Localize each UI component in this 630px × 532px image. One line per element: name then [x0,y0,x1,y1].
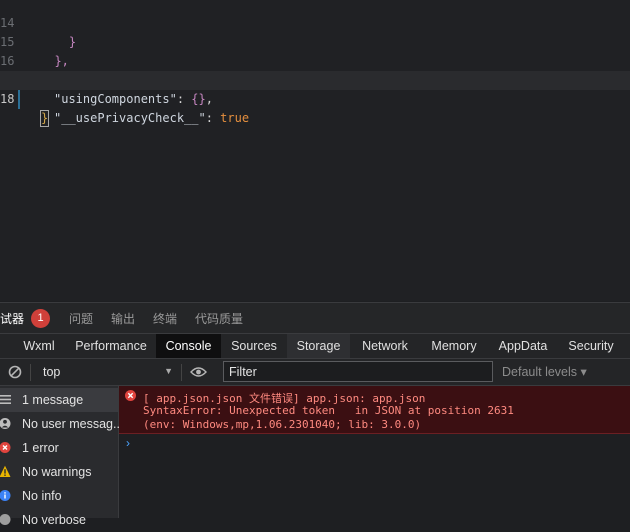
sidebar-item-errors[interactable]: 1 error [0,436,118,460]
list-icon [0,393,13,406]
code-line-15: 15 }, [0,14,630,68]
tab-storage[interactable]: Storage [287,334,350,358]
code-editor[interactable]: 14 } 15 }, 16 "usingComponents": {}, 17 … [0,0,630,301]
console-toolbar: top ▼ Default levels ▾ [0,359,630,386]
code-line-18: 18 } [0,71,630,127]
sidebar-item-warnings[interactable]: No warnings [0,460,118,484]
tab-security[interactable]: Security [560,334,622,358]
clear-console-icon[interactable] [8,365,22,379]
tab-wxml[interactable]: Wxml [14,334,64,358]
console-sidebar: 1 message No user messag... 1 error No w… [0,386,123,527]
sidebar-item-messages[interactable]: 1 message [0,388,118,412]
verbose-icon [0,513,13,526]
tab-appdata[interactable]: AppData [490,334,556,358]
filter-input[interactable] [223,361,493,382]
tab-issues[interactable]: 问题 [69,310,93,327]
toolbar-divider [181,364,182,381]
error-message[interactable]: [ app.json.json 文件错误] app.json: app.json… [119,386,630,434]
tab-performance[interactable]: Performance [69,334,153,358]
tab-sources[interactable]: Sources [223,334,285,358]
eye-icon[interactable] [190,366,207,378]
tab-debugger[interactable]: 试器 [0,310,24,327]
tab-memory[interactable]: Memory [421,334,487,358]
console-prompt-icon[interactable]: › [126,436,130,450]
info-icon [0,489,13,502]
code-text: "__usePrivacyCheck__": true [54,111,250,125]
code-text: "usingComponents": {}, [54,92,213,106]
sidebar-item-label: No user messag... [22,417,124,431]
error-icon [0,441,13,454]
sidebar-item-info[interactable]: No info [0,484,118,508]
console-output[interactable]: [ app.json.json 文件错误] app.json: app.json… [119,386,630,518]
context-select-value: top [43,365,61,379]
tab-code-quality[interactable]: 代码质量 [195,310,243,327]
code-line-16: 16 "usingComponents": {}, [0,33,630,106]
tab-output[interactable]: 输出 [111,310,135,327]
tab-terminal[interactable]: 终端 [153,310,177,327]
sidebar-item-user-messages[interactable]: No user messag... [0,412,123,436]
error-text-line: (env: Windows,mp,1.06.2301040; lib: 3.0.… [143,418,422,431]
bottom-panel-tabs: 试器 1 问题 输出 终端 代码质量 [0,302,630,334]
error-icon [125,390,136,401]
sidebar-item-label: 1 error [22,441,59,455]
sidebar-item-label: No verbose [22,513,86,527]
sidebar-item-label: No warnings [22,465,92,479]
sidebar-item-label: 1 message [22,393,84,407]
code-line-17: 17 "__usePrivacyCheck__": true [0,52,630,125]
warning-icon [0,465,13,478]
chevron-down-icon: ▼ [164,366,173,376]
sidebar-item-label: No info [22,489,62,503]
user-icon [0,417,13,430]
devtools-tab-bar: Wxml Performance Console Sources Storage… [0,334,630,359]
code-line-14: 14 } [0,0,630,49]
log-levels-dropdown[interactable]: Default levels ▾ [502,364,587,379]
error-text-line: SyntaxError: Unexpected token in JSON at… [143,404,514,417]
error-count-badge: 1 [31,309,50,328]
code-text: } [40,109,50,128]
toolbar-divider [30,364,31,381]
line-number: 18 [0,92,15,106]
context-select[interactable]: top ▼ [37,361,175,383]
tab-network[interactable]: Network [352,334,418,358]
sidebar-item-verbose[interactable]: No verbose [0,508,118,532]
matched-brace: } [40,110,50,127]
tab-console[interactable]: Console [156,334,221,358]
